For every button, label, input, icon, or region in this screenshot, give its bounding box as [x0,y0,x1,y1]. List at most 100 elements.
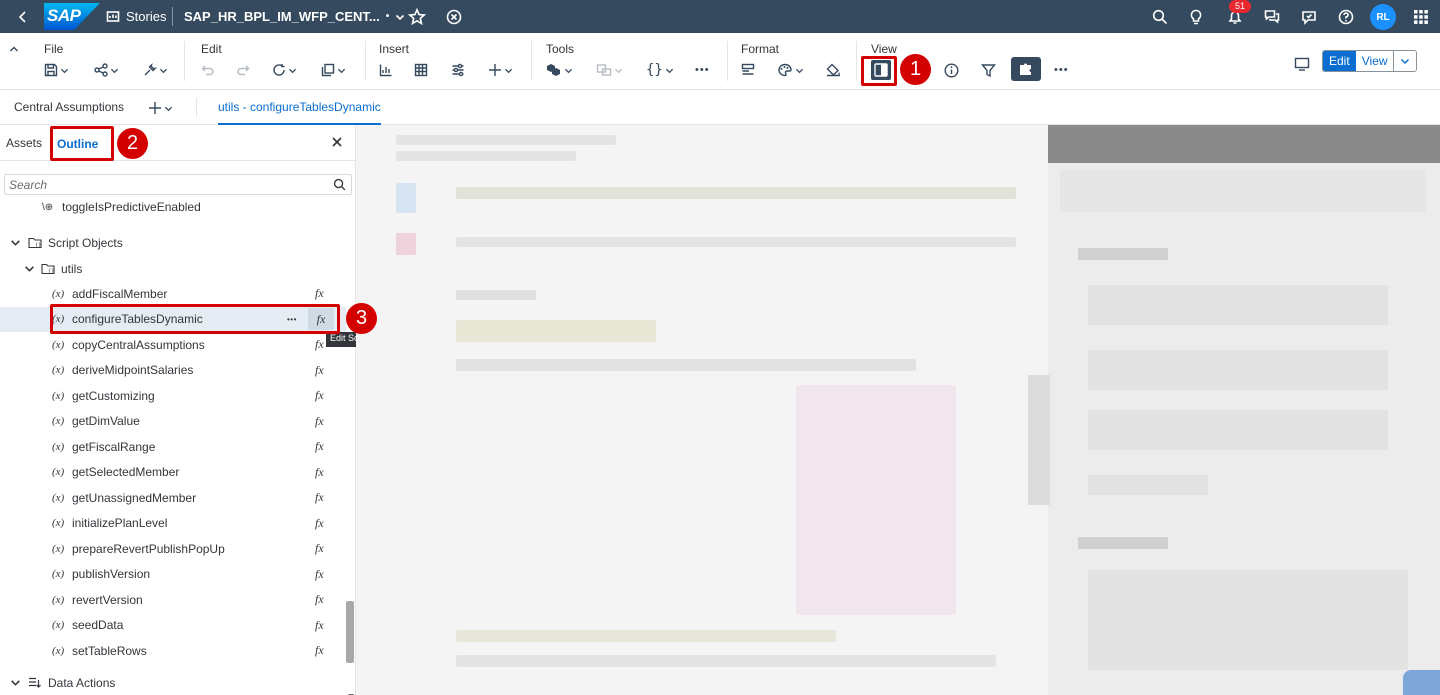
outline-search-input[interactable]: Search [4,174,352,195]
function-item[interactable]: (x) addFiscalMember fx [0,281,346,306]
feedback-icon[interactable] [1297,0,1321,33]
data-flow-button[interactable] [596,58,623,82]
refresh-icon [273,64,285,76]
styling-button[interactable] [826,58,842,82]
lightbulb-icon[interactable] [1184,0,1208,33]
document-title-menu[interactable]: SAP_HR_BPL_IM_WFP_CENT... • [184,0,405,33]
mode-dropdown-button[interactable] [1394,51,1417,71]
insert-input-control-button[interactable] [451,58,465,82]
insert-add-button[interactable] [488,58,513,82]
tab-utils-configure-tables-dynamic[interactable]: utils - configureTablesDynamic [218,90,381,125]
discussion-icon[interactable] [1260,0,1284,33]
add-ons-button[interactable] [546,58,573,82]
tools-group: Tools {} ••• [540,33,720,90]
function-item[interactable]: (x) prepareRevertPublishPopUp fx [0,536,346,561]
tab-central-assumptions[interactable]: Central Assumptions [14,90,124,125]
copy-button[interactable] [321,58,346,82]
function-item-label: getDimValue [72,414,140,428]
collapse-toolbar-icon[interactable] [8,37,20,61]
edit-script-fx-icon[interactable]: fx [315,567,324,582]
edit-script-fx-icon[interactable]: fx [315,439,324,454]
close-panel-button[interactable] [330,135,344,154]
edit-script-fx-icon[interactable]: fx [315,337,324,352]
function-item[interactable]: (x) seedData fx [0,613,346,638]
function-item[interactable]: (x) publishVersion fx [0,562,346,587]
function-item[interactable]: (x) getCustomizing fx [0,383,346,408]
copy-icon [321,63,335,77]
function-item[interactable]: (x) initializePlanLevel fx [0,511,346,536]
app-grid-icon[interactable] [1408,0,1434,33]
edit-script-fx-icon[interactable]: fx [315,592,324,607]
add-page-button[interactable] [148,96,173,120]
theme-button[interactable] [777,58,804,82]
variable-icon: (x) [52,619,65,631]
tree-node-data-actions[interactable]: Data Actions [0,670,346,695]
function-item-label: revertVersion [72,592,143,607]
blurred-text [396,135,616,145]
table-icon [414,63,428,77]
edit-script-fx-icon[interactable]: fx [315,388,324,403]
tools-more-button[interactable]: ••• [695,58,710,82]
chevron-down-icon [25,266,34,272]
back-icon[interactable] [10,0,36,33]
redo-button[interactable] [236,58,250,82]
edit-script-fx-icon[interactable]: fx [315,618,324,633]
function-item-label: publishVersion [72,567,151,581]
edit-script-fx-icon[interactable]: fx [315,465,324,480]
blurred-icon [396,183,416,213]
tools-wrench-button[interactable] [143,58,168,82]
favorite-star-icon[interactable] [405,0,429,33]
format-group: Format [735,33,850,90]
scroll-down-icon[interactable] [347,687,355,695]
view-mode-button[interactable]: View [1355,51,1395,71]
panel-toggle-active-button[interactable] [1011,57,1041,81]
edit-script-fx-icon[interactable]: fx [315,541,324,556]
function-item[interactable]: (x) revertVersion fx [0,587,346,612]
filter-button[interactable] [981,58,996,82]
chevron-down-icon [164,106,173,111]
stories-label: Stories [126,9,167,24]
tree-node-utils[interactable]: {} utils [0,256,346,281]
resize-handle[interactable]: ⋮ [352,405,355,423]
stories-menu[interactable]: Stories [106,0,166,33]
tab-assets[interactable]: Assets [6,136,42,150]
paint-bucket-icon [826,63,840,77]
search-icon[interactable] [1148,0,1172,33]
info-button[interactable] [944,58,959,82]
tree-item-partial[interactable]: \⊕ toggleIsPredictiveEnabled [0,200,346,218]
sap-logo[interactable]: SAP [44,3,100,30]
blurred-text [456,655,996,667]
save-button[interactable] [44,58,69,82]
edit-mode-button[interactable]: Edit [1323,51,1356,71]
blurred-text [456,187,1016,199]
function-item[interactable]: (x) copyCentralAssumptions fx [0,332,346,357]
help-icon[interactable] [1334,0,1358,33]
function-item[interactable]: (x) getFiscalRange fx [0,434,346,459]
scripting-button[interactable]: {} [646,58,674,82]
device-preview-button[interactable] [1294,52,1310,76]
layout-button[interactable] [741,58,755,82]
edit-script-fx-icon[interactable]: fx [315,490,324,505]
share-button[interactable] [94,58,119,82]
outline-scrollbar[interactable] [346,601,354,663]
view-group-label: View [871,42,897,56]
view-more-button[interactable]: ••• [1054,58,1069,82]
function-item[interactable]: (x) setTableRows fx [0,638,346,663]
edit-script-fx-icon[interactable]: fx [315,516,324,531]
edit-script-fx-icon[interactable]: fx [315,414,324,429]
function-item[interactable]: (x) getDimValue fx [0,409,346,434]
edit-script-fx-icon[interactable]: fx [315,643,324,658]
tree-node-script-objects[interactable]: {} Script Objects [0,230,346,255]
insert-table-button[interactable] [414,58,428,82]
undo-button[interactable] [201,58,215,82]
edit-script-fx-icon[interactable]: fx [315,363,324,378]
function-item[interactable]: (x) deriveMidpointSalaries fx [0,358,346,383]
close-circle-icon[interactable] [442,0,466,33]
refresh-button[interactable] [272,58,297,82]
function-item[interactable]: (x) getSelectedMember fx [0,460,346,485]
edit-script-fx-icon[interactable]: fx [315,286,324,301]
search-icon[interactable] [333,178,346,196]
function-item[interactable]: (x) getUnassignedMember fx [0,485,346,510]
user-avatar[interactable]: RL [1370,4,1396,30]
insert-chart-button[interactable] [379,58,393,82]
